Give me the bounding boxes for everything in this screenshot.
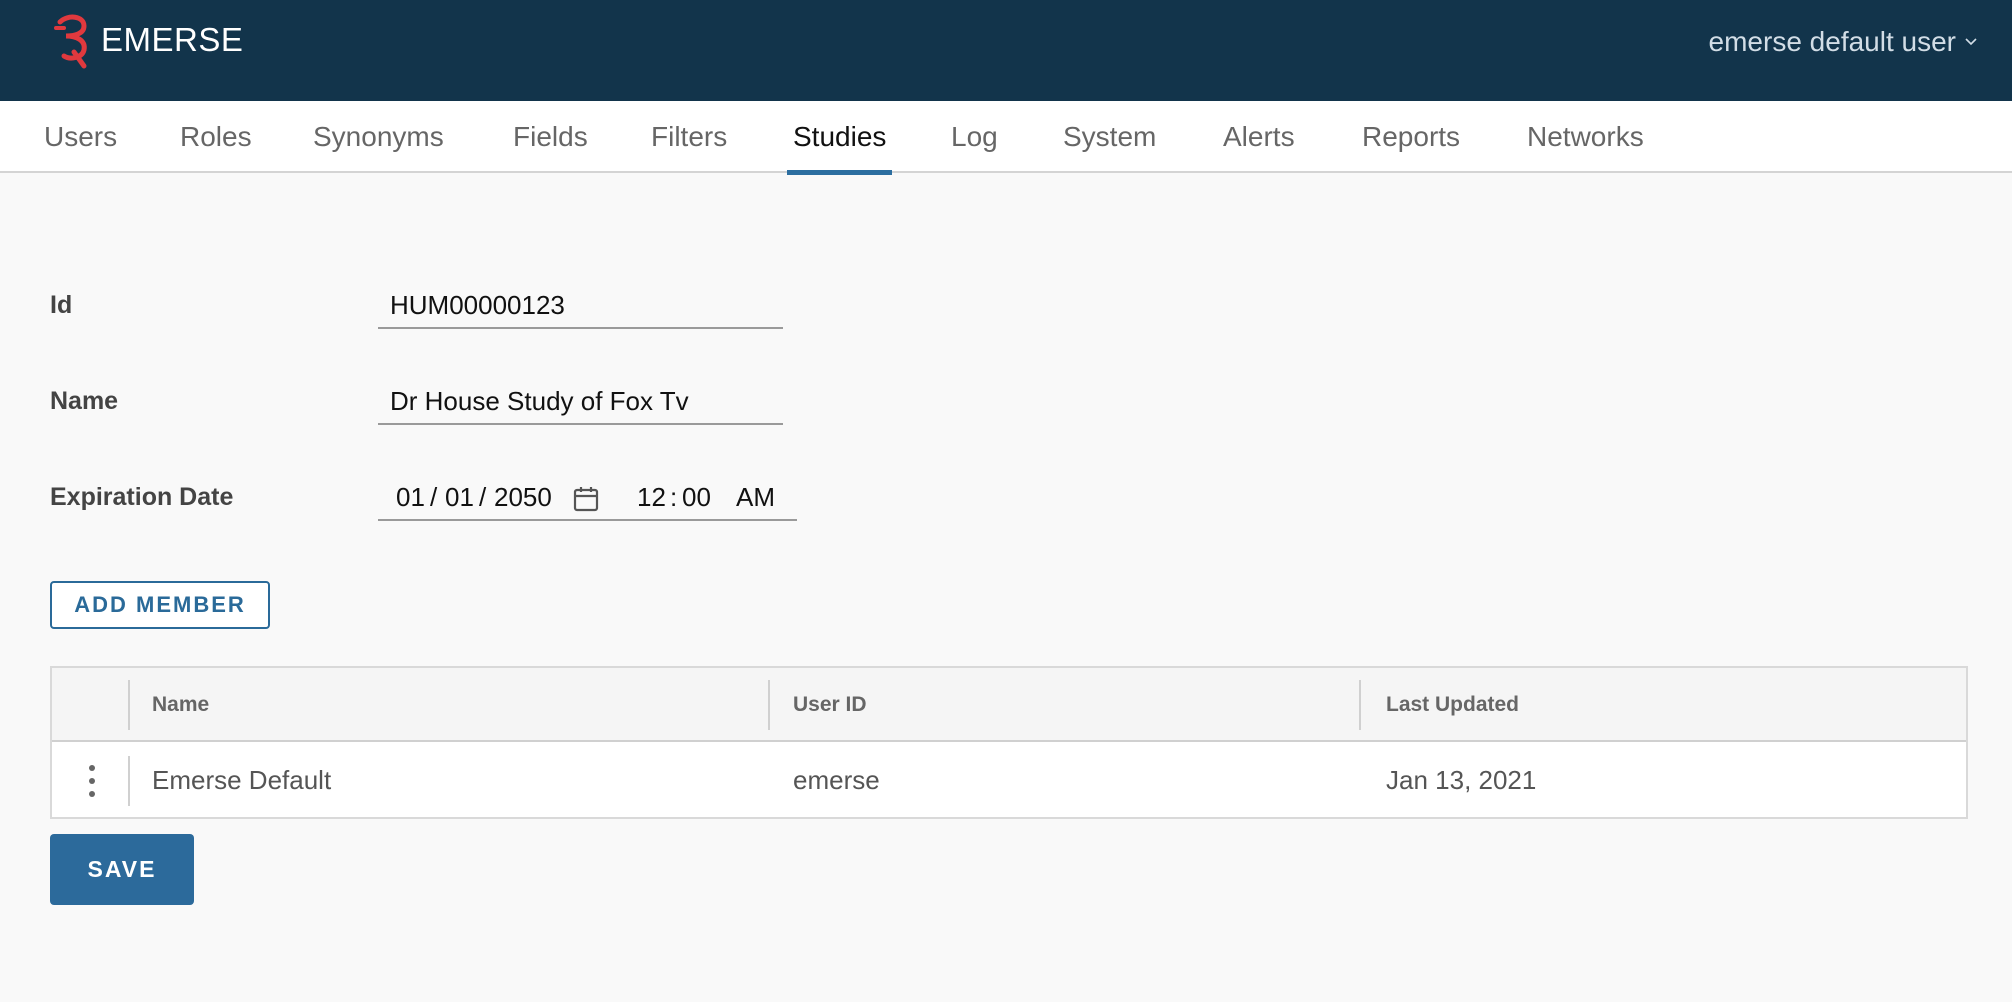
tab-fields[interactable]: Fields	[513, 101, 588, 173]
calendar-icon[interactable]	[573, 486, 599, 512]
column-header-name[interactable]: Name	[152, 668, 209, 742]
id-field[interactable]: HUM00000123	[378, 285, 783, 329]
emerse-logo-icon	[54, 14, 87, 69]
tab-roles[interactable]: Roles	[180, 101, 252, 173]
date-year[interactable]: 2050	[494, 477, 552, 517]
members-table: Name User ID Last Updated Emerse Default…	[50, 666, 1968, 819]
time-minute[interactable]: 00	[682, 477, 711, 517]
tab-synonyms[interactable]: Synonyms	[313, 101, 444, 173]
tab-system[interactable]: System	[1063, 101, 1156, 173]
user-menu[interactable]: emerse default user	[1709, 22, 1978, 62]
date-day[interactable]: 01	[445, 477, 474, 517]
time-separator: :	[670, 482, 678, 512]
tab-reports[interactable]: Reports	[1362, 101, 1460, 173]
app-title: EMERSE	[101, 21, 244, 58]
tab-users[interactable]: Users	[44, 101, 117, 173]
top-header: EMERSE emerse default user	[0, 0, 2012, 101]
admin-tabs: Users Roles Synonyms Fields Filters Stud…	[0, 101, 2012, 175]
cell-last-updated: Jan 13, 2021	[1386, 765, 1537, 795]
add-member-button[interactable]: ADD MEMBER	[50, 581, 270, 629]
expiration-date-label: Expiration Date	[50, 483, 234, 511]
tab-networks[interactable]: Networks	[1527, 101, 1644, 173]
date-separator: /	[430, 482, 438, 512]
table-header: Name User ID Last Updated	[52, 668, 1966, 742]
column-separator[interactable]	[768, 680, 770, 730]
tab-studies[interactable]: Studies	[786, 101, 893, 175]
column-header-user-id[interactable]: User ID	[793, 668, 867, 742]
time-hour[interactable]: 12	[637, 477, 666, 517]
time-ampm[interactable]: AM	[736, 477, 775, 517]
expiration-date-field[interactable]: 01 / 01 / 2050 12 : 00 AM	[378, 477, 797, 521]
user-menu-label: emerse default user	[1708, 26, 1956, 57]
column-separator[interactable]	[128, 680, 130, 730]
save-button[interactable]: SAVE	[50, 834, 194, 905]
column-separator[interactable]	[1359, 680, 1361, 730]
column-header-last-updated[interactable]: Last Updated	[1386, 668, 1519, 742]
tab-log[interactable]: Log	[951, 101, 998, 173]
cell-name: Emerse Default	[152, 765, 332, 795]
id-label: Id	[50, 291, 73, 319]
date-month[interactable]: 01	[396, 477, 425, 517]
name-field[interactable]: Dr House Study of Fox Tv	[378, 381, 783, 425]
chevron-down-icon	[1965, 38, 1977, 46]
date-separator: /	[479, 482, 487, 512]
vertical-dots-icon[interactable]	[88, 764, 96, 798]
tab-alerts[interactable]: Alerts	[1223, 101, 1295, 173]
name-label: Name	[50, 387, 119, 415]
row-separator	[128, 756, 130, 806]
cell-user-id: emerse	[793, 765, 880, 795]
tab-filters[interactable]: Filters	[651, 101, 727, 173]
